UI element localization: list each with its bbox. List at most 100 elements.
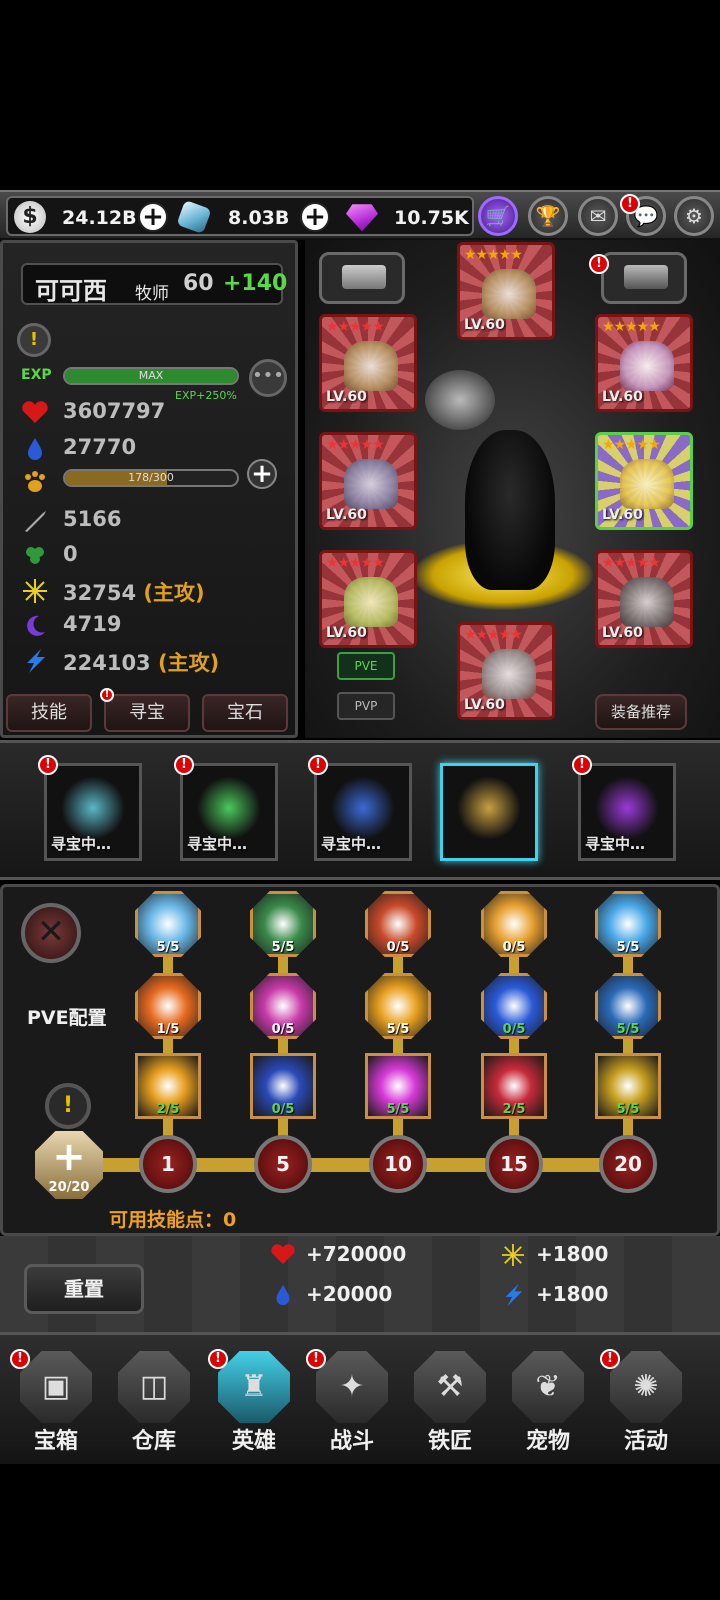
hero-icon: ♜ <box>240 1369 268 1404</box>
skill-count: 0/5 <box>271 1022 295 1037</box>
slot-level: LV.60 <box>602 507 643 523</box>
talisman-alert-icon: ! <box>38 755 58 775</box>
hero-name: 可可西 <box>35 277 107 305</box>
gem-icon <box>346 204 378 232</box>
settings-gear-button[interactable]: ⚙ <box>674 196 714 236</box>
tab-gems[interactable]: 宝石 <box>202 694 288 732</box>
nav-alert-icon: ! <box>10 1349 30 1369</box>
slot-stars: ★★★★★ <box>464 627 523 643</box>
scroll-button[interactable] <box>319 252 405 304</box>
mail-button[interactable]: ✉ <box>578 196 618 236</box>
skill-node[interactable]: 5/5 <box>595 891 661 957</box>
event-icon: ✺ <box>633 1369 659 1404</box>
equip-slot-left-3[interactable]: ★★★★★ LV.60 <box>319 550 417 648</box>
boots-icon <box>482 649 536 699</box>
crystal-icon <box>176 199 212 235</box>
talisman-slot[interactable]: 寻宝中… <box>44 763 142 861</box>
paw-icon <box>25 471 45 492</box>
talisman-slot[interactable]: 寻宝中… <box>180 763 278 861</box>
chest-storage-button[interactable] <box>601 252 687 304</box>
trophy-button[interactable]: 🏆 <box>528 196 568 236</box>
close-skill-config-button[interactable]: ✕ <box>21 903 81 963</box>
skill-level-node: 5 <box>254 1135 312 1193</box>
equip-slot-top[interactable]: ★★★★★ LV.60 <box>457 242 555 340</box>
equip-slot-bottom[interactable]: ★★★★★ LV.60 <box>457 622 555 720</box>
skill-node[interactable]: 5/5 <box>365 973 431 1039</box>
skill-node[interactable]: 5/5 <box>595 1053 661 1119</box>
slot-level: LV.60 <box>602 625 643 641</box>
skill-node[interactable]: 0/5 <box>250 1053 316 1119</box>
skill-node[interactable]: 0/5 <box>481 973 547 1039</box>
equipment-recommend-button[interactable]: 装备推荐 <box>595 694 687 730</box>
backpack-icon: ◫ <box>139 1369 169 1404</box>
equip-slot-right-1[interactable]: ★★★★★ LV.60 <box>595 314 693 412</box>
available-points-label: 可用技能点： <box>109 1209 224 1231</box>
skill-node[interactable]: 5/5 <box>250 891 316 957</box>
mp-bonus: +20000 <box>306 1282 393 1306</box>
skill-node[interactable]: 0/5 <box>250 973 316 1039</box>
skill-node[interactable]: 5/5 <box>595 973 661 1039</box>
dark-value: 4719 <box>63 612 122 636</box>
nav-anvil[interactable]: ⚒ 铁匠 <box>408 1349 492 1455</box>
talisman-slot[interactable]: 寻宝中… <box>314 763 412 861</box>
skill-count: 5/5 <box>271 940 295 955</box>
talisman-alert-icon: ! <box>174 755 194 775</box>
nav-label: 宝箱 <box>33 1429 78 1454</box>
talisman-art-icon <box>595 776 659 840</box>
nav-pet[interactable]: ❦ 宠物 <box>506 1349 590 1455</box>
skill-node[interactable]: 0/5 <box>365 891 431 957</box>
skill-info-button[interactable]: ! <box>45 1083 91 1129</box>
skill-node[interactable]: 5/5 <box>365 1053 431 1119</box>
equip-slot-right-3[interactable]: ★★★★★ LV.60 <box>595 550 693 648</box>
skill-count: 0/5 <box>502 1022 526 1037</box>
exp-label: EXP <box>21 367 52 383</box>
shop-cart-button[interactable]: 🛒 <box>478 196 518 236</box>
tab-skills[interactable]: 技能 <box>6 694 92 732</box>
talisman-slot[interactable]: 寻宝中… <box>578 763 676 861</box>
nav-label: 活动 <box>623 1429 668 1454</box>
light-main-tag: (主攻) <box>143 581 205 605</box>
hero-info-button[interactable]: ! <box>17 323 51 357</box>
slot-level: LV.60 <box>464 317 505 333</box>
add-stamina-button[interactable]: + <box>247 459 277 489</box>
coin-icon: $ <box>14 201 46 233</box>
pet-icon: ❦ <box>535 1369 561 1404</box>
skill-node[interactable]: 2/5 <box>135 1053 201 1119</box>
skill-root-count: 20/20 <box>48 1180 90 1195</box>
stamina-bar-text: 178/300 <box>128 471 174 484</box>
skill-root-node[interactable]: + 20/20 <box>35 1131 103 1199</box>
skill-node[interactable]: 2/5 <box>481 1053 547 1119</box>
skill-node[interactable]: 1/5 <box>135 973 201 1039</box>
hp-value: 3607797 <box>63 399 166 423</box>
skill-level-node: 10 <box>369 1135 427 1193</box>
bottom-navigation: ▣ 宝箱! ◫ 仓库 ♜ 英雄! ✦ 战斗! ⚒ 铁匠 ❦ 宠物 ✺ 活动! <box>0 1332 720 1464</box>
skill-node[interactable]: 5/5 <box>135 891 201 957</box>
skill-node[interactable]: 0/5 <box>481 891 547 957</box>
chest-icon: ▣ <box>41 1369 71 1404</box>
pve-toggle-button[interactable]: PVE <box>337 652 395 680</box>
pvp-toggle-button[interactable]: PVP <box>337 692 395 720</box>
nav-label: 宠物 <box>525 1429 570 1454</box>
equip-slot-left-1[interactable]: ★★★★★ LV.60 <box>319 314 417 412</box>
talisman-slot[interactable] <box>440 763 538 861</box>
more-options-button[interactable]: ••• <box>249 359 287 397</box>
currency-bar: $ 24.12B + 8.03B + 10.75K 🛒 🏆 ✉ 💬 ! ⚙ <box>0 190 720 240</box>
mp-value: 27770 <box>63 435 137 459</box>
exp-bonus: EXP+250% <box>175 389 237 402</box>
gem-amount: 10.75K <box>394 207 469 229</box>
add-coins-button[interactable]: + <box>138 202 168 232</box>
hero-level-bonus: +140 <box>223 271 288 296</box>
nav-label: 仓库 <box>131 1429 176 1454</box>
equip-slot-right-2[interactable]: ★★★★★ LV.60 <box>595 432 693 530</box>
equip-slot-left-2[interactable]: ★★★★★ LV.60 <box>319 432 417 530</box>
water-drop-icon <box>28 438 42 460</box>
tab-treasure[interactable]: 寻宝 <box>104 694 190 732</box>
nav-label: 战斗 <box>329 1429 374 1454</box>
talisman-art-icon <box>331 776 395 840</box>
slot-stars: ★★★★★ <box>602 319 661 335</box>
reset-button[interactable]: 重置 <box>24 1264 144 1314</box>
nav-backpack[interactable]: ◫ 仓库 <box>112 1349 196 1455</box>
dark-wing-icon <box>620 577 674 627</box>
slot-stars: ★★★★★ <box>602 437 661 453</box>
add-crystals-button[interactable]: + <box>300 202 330 232</box>
